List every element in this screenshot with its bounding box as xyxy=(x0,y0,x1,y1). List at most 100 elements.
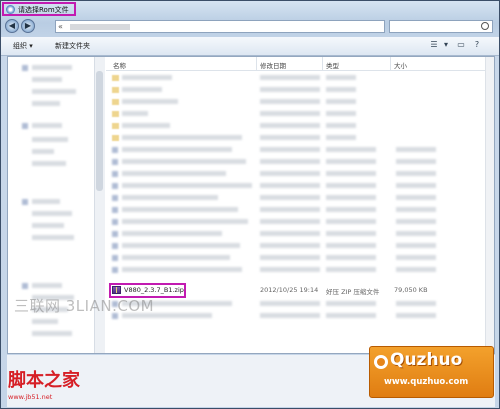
list-item-blurred[interactable] xyxy=(122,255,230,260)
nav-item-blurred xyxy=(32,331,72,336)
quzhuo-mark-icon xyxy=(374,355,388,369)
file-modified: 2012/10/25 19:14 xyxy=(260,286,319,294)
nav-item-icon xyxy=(22,283,28,289)
list-item-blurred xyxy=(326,99,356,104)
view-dropdown-icon[interactable]: ▾ xyxy=(441,40,451,50)
file-size: 79,050 KB xyxy=(394,286,428,294)
list-item-blurred xyxy=(396,301,436,306)
file-icon xyxy=(112,267,118,273)
list-item-blurred[interactable] xyxy=(122,219,248,224)
list-item-blurred xyxy=(396,267,436,272)
address-bar[interactable]: « xyxy=(55,20,385,33)
list-item-blurred xyxy=(260,267,320,272)
list-item-blurred xyxy=(326,207,376,212)
column-divider[interactable] xyxy=(390,57,391,70)
nav-item-blurred xyxy=(32,211,72,216)
list-item-blurred xyxy=(260,183,320,188)
list-item-blurred xyxy=(260,99,320,104)
address-path-blurred xyxy=(70,24,130,30)
column-divider[interactable] xyxy=(322,57,323,70)
list-item-blurred xyxy=(326,171,376,176)
list-item-blurred xyxy=(396,183,436,188)
nav-item-blurred xyxy=(32,199,60,204)
list-item-blurred xyxy=(260,135,320,140)
list-item-blurred xyxy=(326,255,376,260)
list-item-blurred xyxy=(260,231,320,236)
folder-icon xyxy=(112,87,119,93)
file-icon xyxy=(112,207,118,213)
explorer-content: 名称 修改日期 类型 大小 V880_2.3.7_B1.zip 2012/10/… xyxy=(7,56,495,354)
list-item-blurred xyxy=(326,147,376,152)
nav-item-blurred xyxy=(32,137,68,142)
file-list-scrollbar[interactable] xyxy=(485,57,494,353)
file-name[interactable]: V880_2.3.7_B1.zip xyxy=(124,286,184,294)
quzhuo-brand: Quzhuo xyxy=(390,350,463,370)
column-size[interactable]: 大小 xyxy=(394,60,407,70)
list-item-blurred xyxy=(260,147,320,152)
column-name[interactable]: 名称 xyxy=(113,60,126,70)
preview-pane-icon[interactable]: ▭ xyxy=(456,40,466,50)
search-icon xyxy=(481,22,489,30)
list-item-blurred xyxy=(326,267,376,272)
list-item-blurred xyxy=(260,87,320,92)
list-item-blurred xyxy=(260,171,320,176)
list-item-blurred xyxy=(326,135,356,140)
list-item-blurred xyxy=(260,243,320,248)
folder-icon xyxy=(112,135,119,141)
list-item-blurred[interactable] xyxy=(122,171,226,176)
file-icon xyxy=(112,231,118,237)
file-icon xyxy=(112,255,118,261)
list-item-blurred[interactable] xyxy=(122,207,238,212)
organize-button[interactable]: 组织 ▾ xyxy=(13,41,33,51)
nav-item-blurred xyxy=(32,65,72,70)
window-title: 请选择Rom文件 xyxy=(18,6,69,14)
file-icon xyxy=(112,171,118,177)
list-item-blurred xyxy=(396,255,436,260)
navigation-bar: ◀ ▶ « xyxy=(1,17,499,37)
list-item-blurred[interactable] xyxy=(122,87,162,92)
list-item-blurred[interactable] xyxy=(122,111,148,116)
new-folder-button[interactable]: 新建文件夹 xyxy=(55,41,90,51)
list-item-blurred[interactable] xyxy=(122,243,240,248)
help-icon[interactable]: ? xyxy=(472,40,482,50)
forward-icon[interactable]: ▶ xyxy=(21,19,35,33)
list-item-blurred[interactable] xyxy=(122,267,242,272)
column-type[interactable]: 类型 xyxy=(326,60,339,70)
file-list: 名称 修改日期 类型 大小 V880_2.3.7_B1.zip 2012/10/… xyxy=(106,57,494,353)
folder-icon xyxy=(112,123,119,129)
view-list-icon[interactable]: ☰ xyxy=(429,40,439,50)
file-row-selected-zip[interactable]: V880_2.3.7_B1.zip 2012/10/25 19:14 好压 ZI… xyxy=(106,283,494,298)
quzhuo-logo: Quzhuo www.quzhuo.com xyxy=(369,346,494,398)
list-item-blurred xyxy=(396,231,436,236)
file-icon xyxy=(112,159,118,165)
list-item-blurred[interactable] xyxy=(122,123,170,128)
list-item-blurred xyxy=(260,75,320,80)
list-item-blurred[interactable] xyxy=(122,195,218,200)
jb51-logo-text: 脚本之家 xyxy=(8,370,80,391)
list-item-blurred[interactable] xyxy=(122,183,252,188)
column-divider[interactable] xyxy=(256,57,257,70)
command-bar: 组织 ▾ 新建文件夹 ☰ ▾ ▭ ? xyxy=(1,37,499,56)
list-item-blurred[interactable] xyxy=(122,147,232,152)
list-item-blurred xyxy=(326,301,376,306)
column-modified[interactable]: 修改日期 xyxy=(260,60,286,70)
file-icon xyxy=(112,243,118,249)
list-item-blurred[interactable] xyxy=(122,75,172,80)
back-icon[interactable]: ◀ xyxy=(5,19,19,33)
nav-item-blurred xyxy=(32,319,58,324)
list-item-blurred xyxy=(396,313,436,318)
list-item-blurred xyxy=(326,243,376,248)
list-item-blurred[interactable] xyxy=(122,159,246,164)
search-input[interactable] xyxy=(389,20,493,33)
list-item-blurred xyxy=(326,87,356,92)
list-item-blurred xyxy=(260,301,320,306)
watermark-text: 三联网 3LIAN.COM xyxy=(14,297,155,315)
list-item-blurred xyxy=(260,219,320,224)
list-item-blurred xyxy=(396,243,436,248)
list-item-blurred[interactable] xyxy=(122,99,178,104)
list-item-blurred[interactable] xyxy=(122,231,222,236)
list-item-blurred xyxy=(260,123,320,128)
list-item-blurred[interactable] xyxy=(122,135,242,140)
navigation-scroll-thumb[interactable] xyxy=(96,71,103,191)
nav-item-blurred xyxy=(32,101,60,106)
